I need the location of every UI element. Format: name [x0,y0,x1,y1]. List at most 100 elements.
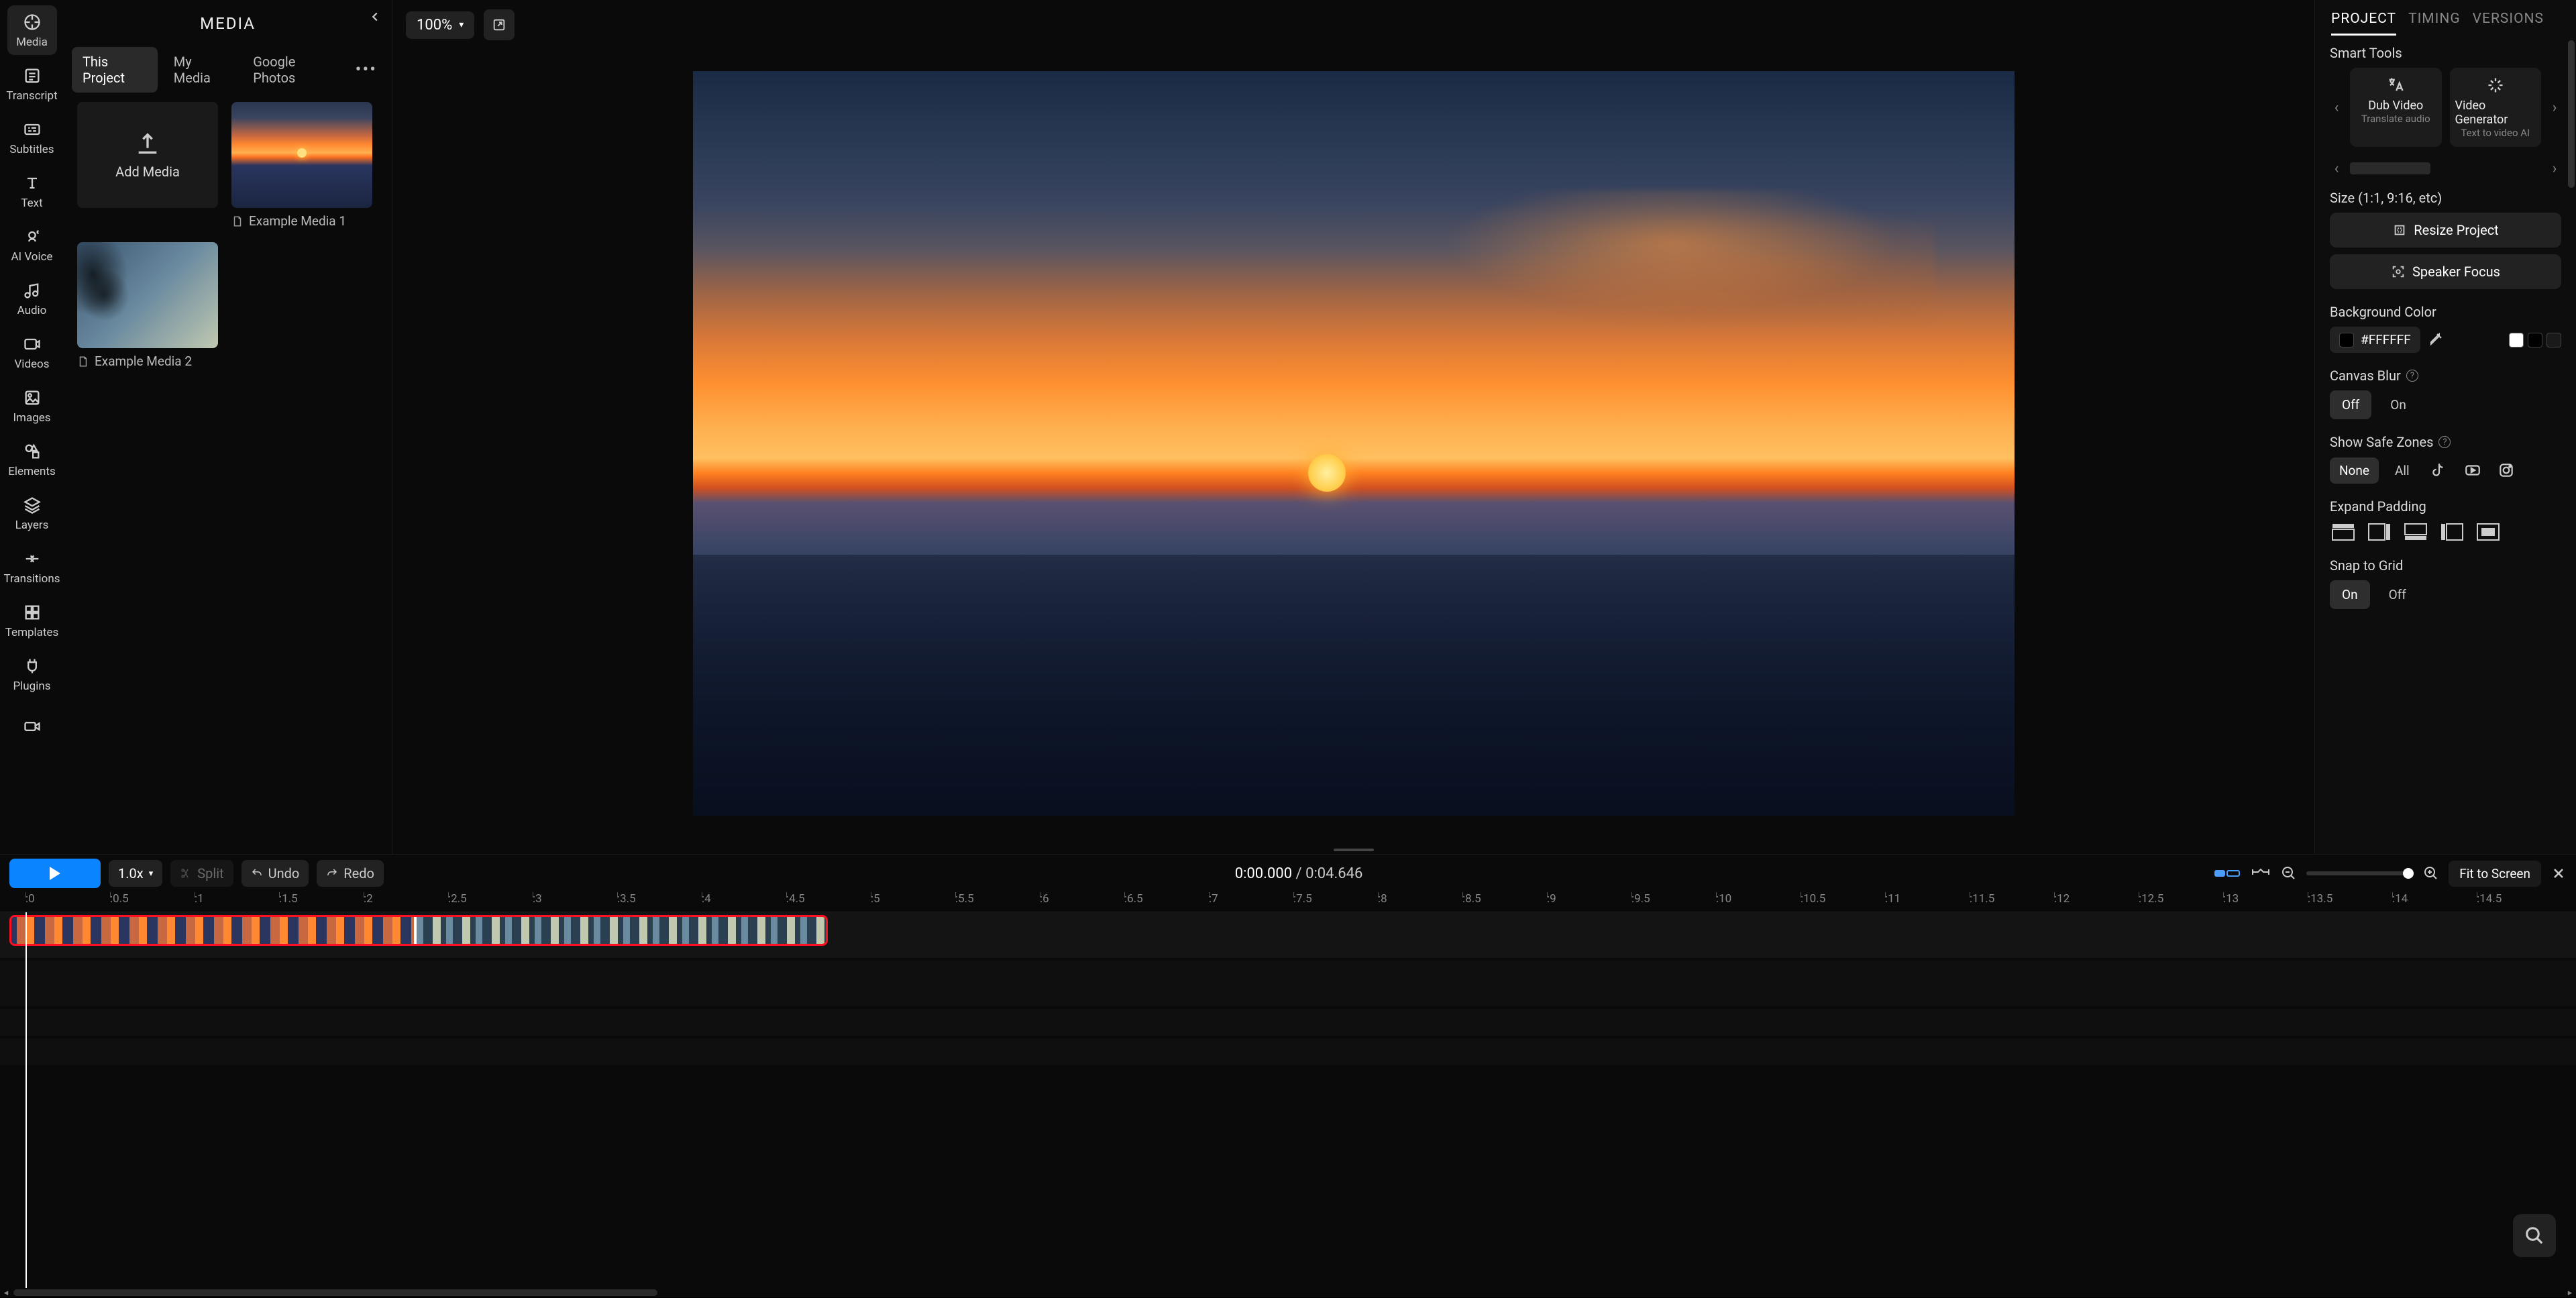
rail-subtitles[interactable]: Subtitles [7,113,57,162]
popout-button[interactable] [484,9,515,40]
safezone-all-button[interactable]: All [2385,457,2419,484]
pad-top-button[interactable] [2330,521,2357,543]
safezone-tiktok-button[interactable] [2426,457,2453,484]
swatch-black[interactable] [2528,333,2542,347]
timeline-tracks[interactable] [0,912,2576,1288]
hscroll-thumb[interactable] [13,1289,657,1296]
media-thumb-2[interactable] [77,242,218,348]
focus-icon [2391,264,2406,279]
timeline-zoom-slider[interactable] [2306,871,2414,875]
tab-this-project[interactable]: This Project [72,47,158,93]
zoom-out-button[interactable] [2281,865,2297,881]
record-icon [21,716,43,737]
snap-off-button[interactable]: Off [2377,580,2418,609]
ripple-toggle[interactable] [2214,865,2241,881]
rail-transcript[interactable]: Transcript [7,59,57,109]
rail-images[interactable]: Images [7,381,57,431]
ruler-tick: :14.5 [2477,892,2502,906]
doc-icon [77,354,89,369]
safezone-instagram-button[interactable] [2493,457,2520,484]
rail-text[interactable]: Text [7,166,57,216]
snap-on-button[interactable]: On [2330,580,2370,609]
magnetic-toggle[interactable] [2250,865,2271,881]
timeline-ruler[interactable]: :0:0.5:1:1.5:2:2.5:3:3.5:4:4.5:5:5.5:6:6… [0,892,2576,912]
preview-canvas[interactable] [693,71,2015,816]
pad-bottom-button[interactable] [2402,521,2429,543]
tab-project[interactable]: PROJECT [2331,11,2396,36]
media-thumb-1[interactable] [231,102,372,208]
safezone-none-button[interactable]: None [2330,457,2379,484]
close-timeline-button[interactable] [2551,865,2567,881]
rail-media[interactable]: Media [7,5,57,55]
right-scrollbar[interactable] [2568,40,2575,847]
ruler-tick: :10.5 [1801,892,1825,906]
hscroll-left[interactable]: ◂ [0,1288,12,1297]
track-row-1[interactable] [0,912,2576,958]
bgcolor-input[interactable]: #FFFFFF [2330,327,2420,353]
split-button[interactable]: Split [170,860,233,887]
tab-versions[interactable]: VERSIONS [2473,11,2544,36]
pad-right-button[interactable] [2366,521,2393,543]
search-fab[interactable] [2513,1214,2556,1257]
zoom-in-button[interactable] [2423,865,2439,881]
ruler-tick: :0 [25,892,35,906]
rail-transitions[interactable]: Transitions [7,542,57,592]
undo-button[interactable]: Undo [241,860,309,887]
smart-prev-button[interactable]: ‹ [2330,101,2343,114]
tab-my-media[interactable]: My Media [163,47,237,93]
rail-record[interactable] [7,703,57,753]
rail-elements[interactable]: Elements [7,435,57,484]
track-row-4[interactable] [0,1038,2576,1065]
speaker-focus-button[interactable]: Speaker Focus [2330,254,2561,289]
skeleton-prev[interactable]: ‹ [2330,162,2343,175]
selected-clip-group[interactable] [9,915,828,946]
help-icon[interactable]: ? [2438,436,2451,448]
add-media-button[interactable]: Add Media [77,102,218,208]
track-row-3[interactable] [0,1009,2576,1036]
ruler-tick: :11 [1885,892,1900,906]
chevron-down-icon: ▾ [149,869,154,879]
fit-to-screen-button[interactable]: Fit to Screen [2449,861,2541,887]
play-button[interactable] [9,859,101,888]
timeline-resize-handle[interactable] [392,846,2314,854]
tab-google-photos[interactable]: Google Photos [242,47,343,93]
aivoice-icon [21,226,43,248]
help-icon[interactable]: ? [2406,370,2418,382]
skeleton-next[interactable]: › [2548,162,2561,175]
media-panel-title: MEDIA [200,14,256,33]
hscroll-right[interactable]: ▸ [2564,1288,2576,1297]
pad-left-button[interactable] [2438,521,2465,543]
eyedropper-button[interactable] [2427,332,2443,348]
rail-videos[interactable]: Videos [7,327,57,377]
clip-2[interactable] [417,917,826,944]
video-generator-card[interactable]: Video Generator Text to video AI [2450,68,2542,147]
current-swatch [2339,333,2354,347]
rail-aivoice[interactable]: AI Voice [7,220,57,270]
pad-all-button[interactable] [2475,521,2502,543]
timeline-hscrollbar[interactable]: ◂ ▸ [0,1288,2576,1297]
redo-button[interactable]: Redo [317,860,384,887]
track-row-2[interactable] [0,961,2576,1006]
rail-audio[interactable]: Audio [7,274,57,323]
rail-layers[interactable]: Layers [7,488,57,538]
ruler-tick: :4.5 [786,892,805,906]
clip-1[interactable] [11,917,414,944]
safezone-youtube-button[interactable] [2459,457,2486,484]
blur-on-button[interactable]: On [2378,390,2418,419]
playhead[interactable] [25,912,27,1288]
canvas-zoom-dropdown[interactable]: 100% ▾ [406,11,474,39]
swatch-white[interactable] [2509,333,2524,347]
ruler-tick: :8 [1378,892,1387,906]
smart-next-button[interactable]: › [2548,101,2561,114]
tab-timing[interactable]: TIMING [2408,11,2461,36]
resize-project-button[interactable]: Resize Project [2330,213,2561,248]
rail-plugins[interactable]: Plugins [7,649,57,699]
dub-video-card[interactable]: Dub Video Translate audio [2350,68,2442,147]
media-more-button[interactable]: ••• [349,56,384,84]
collapse-panel-button[interactable] [368,9,382,24]
playback-speed-dropdown[interactable]: 1.0x ▾ [109,860,162,887]
snap-label: Snap to Grid [2330,557,2561,574]
blur-off-button[interactable]: Off [2330,390,2371,419]
rail-templates[interactable]: Templates [7,596,57,645]
swatch-dark[interactable] [2546,333,2561,347]
